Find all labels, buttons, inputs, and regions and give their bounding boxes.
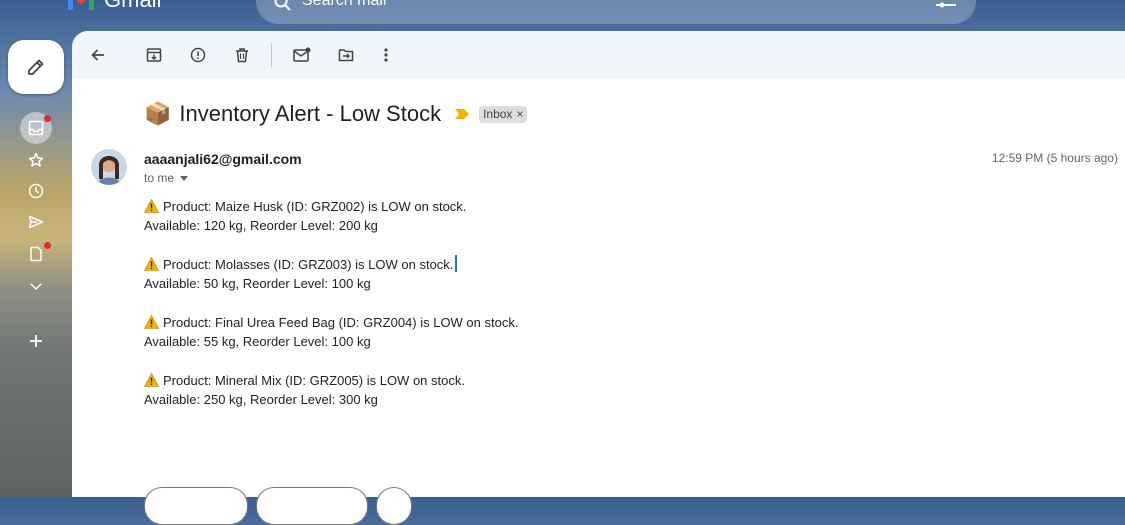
subject-row: 📦 Inventory Alert - Low Stock Inbox ×: [144, 97, 528, 131]
trash-icon: [236, 48, 248, 63]
gmail-wordmark: Gmail: [104, 0, 161, 11]
nav-snoozed[interactable]: [22, 177, 50, 205]
star-icon: [28, 152, 44, 167]
menu-icon[interactable]: [26, 0, 46, 6]
alert-availability-line: Available: 250 kg, Reorder Level: 300 kg: [144, 392, 378, 407]
package-icon: 📦: [144, 101, 172, 126]
message-toolbar: [72, 31, 1125, 79]
new-label-button[interactable]: [22, 327, 50, 355]
inbox-label-chip[interactable]: Inbox ×: [479, 105, 528, 123]
alert-product-line: Product: Molasses (ID: GRZ003) is LOW on…: [163, 257, 454, 272]
arrow-left-icon: [91, 49, 104, 61]
top-bar: Gmail Search mail: [0, 0, 1125, 30]
nav-sent[interactable]: [22, 208, 50, 236]
avatar[interactable]: [91, 149, 127, 185]
warning-icon: [144, 199, 159, 213]
inbox-icon: [28, 120, 44, 136]
label-chip-text: Inbox: [483, 106, 513, 121]
more-vert-icon: [384, 48, 388, 62]
reply-button[interactable]: [144, 487, 248, 525]
message-panel: 📦 Inventory Alert - Low Stock Inbox × aa…: [72, 31, 1125, 525]
search-icon[interactable]: [274, 0, 292, 12]
emoji-reaction-button[interactable]: [376, 487, 412, 525]
alert-item: Product: Final Urea Feed Bag (ID: GRZ004…: [144, 313, 518, 351]
warning-icon: [144, 373, 159, 387]
folder-move-icon: [338, 49, 354, 62]
alert-item: Product: Molasses (ID: GRZ003) is LOW on…: [144, 255, 518, 293]
mark-unread-button[interactable]: [290, 43, 314, 67]
report-icon: [190, 47, 206, 63]
recipient-details[interactable]: to me: [144, 171, 189, 185]
alert-item: Product: Mineral Mix (ID: GRZ005) is LOW…: [144, 371, 518, 409]
archive-button[interactable]: [142, 43, 166, 67]
pencil-icon: [28, 59, 44, 75]
archive-icon: [146, 48, 162, 62]
search-options-icon[interactable]: [936, 0, 956, 8]
alert-item: Product: Maize Husk (ID: GRZ002) is LOW …: [144, 197, 518, 235]
draft-icon: [30, 246, 42, 262]
back-button[interactable]: [86, 43, 110, 67]
alert-availability-line: Available: 55 kg, Reorder Level: 100 kg: [144, 334, 371, 349]
report-spam-button[interactable]: [186, 43, 210, 67]
warning-icon: [144, 315, 159, 329]
warning-icon: [144, 257, 159, 271]
delete-button[interactable]: [230, 43, 254, 67]
search-bar[interactable]: Search mail: [256, 0, 976, 24]
caret-down-icon[interactable]: [180, 175, 189, 181]
more-options-button[interactable]: [374, 43, 398, 67]
inbox-notification-dot: [44, 115, 51, 122]
alert-availability-line: Available: 50 kg, Reorder Level: 100 kg: [144, 276, 371, 291]
importance-marker-icon[interactable]: [455, 109, 470, 119]
send-icon: [28, 215, 44, 229]
message-timestamp: 12:59 PM (5 hours ago): [991, 151, 1118, 165]
alert-product-line: Product: Mineral Mix (ID: GRZ005) is LOW…: [163, 373, 465, 388]
avatar-photo: [91, 149, 127, 185]
sender-email[interactable]: aaaanjali62@gmail.com: [144, 151, 302, 167]
recipient-label: to me: [144, 171, 175, 185]
forward-button[interactable]: [256, 487, 368, 525]
clock-icon: [28, 183, 44, 199]
move-to-button[interactable]: [334, 43, 358, 67]
email-subject: Inventory Alert - Low Stock: [179, 101, 442, 126]
message-body: Product: Maize Husk (ID: GRZ002) is LOW …: [144, 197, 518, 429]
alert-availability-line: Available: 120 kg, Reorder Level: 200 kg: [144, 218, 378, 233]
drafts-notification-dot: [44, 242, 51, 249]
alert-product-line: Product: Final Urea Feed Bag (ID: GRZ004…: [163, 315, 519, 330]
mail-unread-icon: [293, 47, 311, 62]
nav-starred[interactable]: [22, 146, 50, 174]
remove-label-icon[interactable]: ×: [516, 107, 523, 121]
compose-button[interactable]: [8, 40, 64, 94]
search-input[interactable]: Search mail: [302, 0, 386, 10]
gmail-logo[interactable]: [66, 0, 96, 10]
nav-more[interactable]: [22, 272, 50, 300]
text-cursor: [455, 255, 458, 272]
toolbar-divider: [271, 43, 272, 67]
alert-product-line: Product: Maize Husk (ID: GRZ002) is LOW …: [163, 199, 467, 214]
chevron-down-icon: [30, 283, 42, 291]
plus-icon: [30, 335, 42, 347]
